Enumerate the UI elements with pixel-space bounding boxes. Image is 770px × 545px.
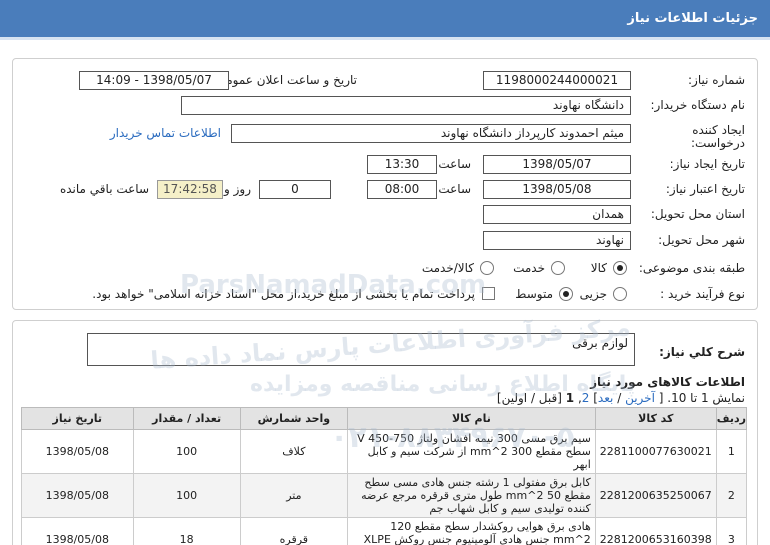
province-label: استان محل تحویل: (650, 207, 745, 221)
row-date: 1398/05/08 (21, 473, 134, 518)
row-unit: متر (239, 473, 349, 518)
province-field[interactable]: همدان (483, 205, 631, 224)
valid-date-field[interactable]: 1398/05/08 (483, 180, 631, 199)
row-category: طبقه بندی موضوعی: کالا خدمت کالا/خدمت (13, 258, 757, 280)
pager-suffix: [قبل / اولین] (496, 391, 562, 405)
category-option-goods: کالا (590, 261, 607, 275)
buyer-label: نام دستگاه خریدار: (650, 98, 746, 112)
summary-field[interactable]: لوازم برقی (87, 333, 635, 366)
row-province: استان محل تحویل: همدان (13, 205, 757, 227)
pager-prefix: نمایش 1 تا 10. [ (658, 391, 745, 405)
row-name: هادی برق هوایی روکشدار سطح مقطع 120 mm^2… (347, 517, 596, 545)
row-buyer: نام دستگاه خریدار: دانشگاه نهاوند (13, 96, 757, 118)
col-code: کد کالا (594, 407, 717, 430)
row-name: کابل برق مفتولی 1 رشته جنس هادی مسی سطح … (347, 473, 596, 518)
category-option-goods-service: کالا/خدمت (421, 261, 474, 275)
row-qty: 18 (132, 517, 241, 545)
goods-table: ردیف کد کالا نام کالا واحد شمارش تعداد /… (21, 407, 748, 545)
valid-date-label: تاریخ اعتبار نیاز: (665, 182, 745, 196)
row-index: 2 (715, 473, 748, 518)
col-name: نام کالا (347, 407, 596, 430)
need-number-field[interactable]: 1198000244000021 (483, 71, 631, 90)
remaining-label: ساعت باقي مانده (59, 182, 149, 196)
pager-text: نمایش 1 تا 10. [ آخرین / بعد] 2, 1 [قبل … (496, 391, 745, 405)
process-option-minor: جزیی (579, 287, 607, 301)
row-creator: ایجاد کننده درخواست: میثم احمدوند کارپرد… (13, 121, 757, 151)
col-index: ردیف (715, 407, 748, 430)
city-field[interactable]: نهاوند (483, 231, 631, 250)
buyer-contact-link[interactable]: اطلاعات تماس خریدار (110, 124, 221, 142)
created-time-label: ساعت (438, 157, 471, 171)
treasury-payment-checkbox[interactable] (482, 287, 495, 300)
days-field[interactable]: 0 (259, 180, 331, 199)
goods-panel: شرح کلي نياز: لوازم برقی اطلاعات کالاهای… (12, 320, 758, 545)
created-date-field[interactable]: 1398/05/07 (483, 155, 631, 174)
creator-field[interactable]: میثم احمدوند کارپرداز دانشگاه نهاوند (231, 124, 631, 143)
row-valid-date: تاریخ اعتبار نیاز: 1398/05/08 ساعت 08:00… (13, 180, 757, 202)
category-radio-service[interactable] (551, 261, 565, 275)
pager-last-link[interactable]: آخرین (625, 391, 655, 405)
pager-sep: / (617, 391, 622, 405)
row-created-date: تاریخ ایجاد نیاز: 1398/05/07 ساعت 13:30 (13, 155, 757, 177)
category-radio-goods[interactable] (613, 261, 627, 275)
created-time-field[interactable]: 13:30 (367, 155, 437, 174)
row-code: 2281200653160398 (594, 517, 717, 545)
valid-time-label: ساعت (438, 182, 471, 196)
days-label: روز و (224, 182, 251, 196)
pager-page-2[interactable]: 2 (582, 391, 590, 405)
table-row[interactable]: 2 2281200635250067 کابل برق مفتولی 1 رشت… (21, 473, 748, 518)
announce-datetime-field[interactable]: 1398/05/07 - 14:09 (79, 71, 229, 90)
buyer-field[interactable]: دانشگاه نهاوند (181, 96, 631, 115)
row-unit: قرقره (239, 517, 349, 545)
row-date: 1398/05/08 (21, 429, 134, 474)
table-row[interactable]: 1 2281100077630021 سیم برق مسی 300 نیمه … (21, 429, 748, 474)
row-unit: کلاف (239, 429, 349, 474)
row-city: شهر محل تحویل: نهاوند (13, 231, 757, 253)
table-row[interactable]: 3 2281200653160398 هادی برق هوایی روکشدا… (21, 517, 748, 545)
category-radio-goods-service[interactable] (480, 261, 494, 275)
announce-label: تاریخ و ساعت اعلان عمومی: (212, 73, 357, 87)
remaining-time-field: 17:42:58 (157, 180, 223, 199)
row-qty: 100 (132, 473, 241, 518)
row-process: نوع فرآیند خرید : جزیی متوسط پرداخت تمام… (13, 284, 757, 306)
category-label: طبقه بندی موضوعی: (638, 261, 745, 275)
page-title: جزئیات اطلاعات نیاز (627, 11, 758, 26)
process-radio-medium[interactable] (559, 287, 573, 301)
page-header: جزئیات اطلاعات نیاز (0, 0, 770, 40)
col-unit: واحد شمارش (239, 407, 349, 430)
valid-time-field[interactable]: 08:00 (367, 180, 437, 199)
col-qty: تعداد / مقدار (132, 407, 241, 430)
creator-label-line2: درخواست: (691, 136, 745, 150)
process-option-medium: متوسط (515, 287, 553, 301)
created-date-label: تاریخ ایجاد نیاز: (669, 157, 745, 171)
pager-next-link[interactable]: بعد (598, 391, 613, 405)
row-index: 1 (715, 429, 748, 474)
row-code: 2281200635250067 (594, 473, 717, 518)
need-number-label: شماره نیاز: (688, 73, 745, 87)
row-code: 2281100077630021 (594, 429, 717, 474)
process-radio-minor[interactable] (613, 287, 627, 301)
col-date: تاریخ نیاز (21, 407, 134, 430)
row-qty: 100 (132, 429, 241, 474)
row-name: سیم برق مسی 300 نیمه افشان ولتاژ 750-450… (347, 429, 596, 474)
category-option-service: خدمت (513, 261, 545, 275)
row-index: 3 (715, 517, 748, 545)
pager-page-1: 1 (565, 391, 575, 405)
summary-label: شرح کلي نياز: (659, 345, 745, 359)
need-details-panel: شماره نیاز: 1198000244000021 تاریخ و ساع… (12, 58, 758, 310)
goods-table-header: ردیف کد کالا نام کالا واحد شمارش تعداد /… (21, 407, 748, 430)
row-date: 1398/05/08 (21, 517, 134, 545)
pager: نمایش 1 تا 10. [ آخرین / بعد] 2, 1 [قبل … (13, 389, 757, 407)
row-need-number: شماره نیاز: 1198000244000021 تاریخ و ساع… (13, 71, 757, 93)
city-label: شهر محل تحویل: (658, 233, 745, 247)
treasury-payment-note: پرداخت تمام یا بخشی از مبلغ خرید،از محل … (92, 287, 475, 301)
process-label: نوع فرآیند خرید : (660, 287, 745, 301)
